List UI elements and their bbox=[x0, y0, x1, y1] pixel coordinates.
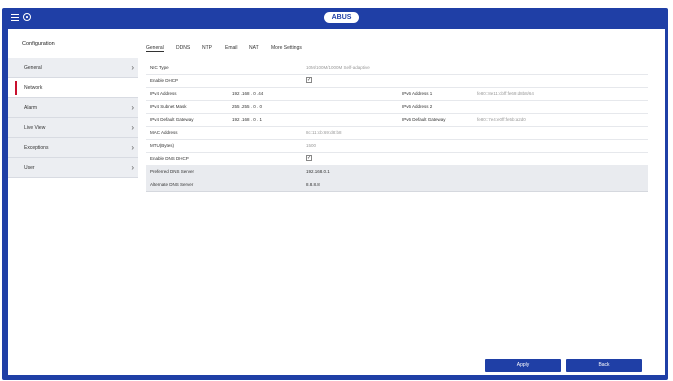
sidebar-item-label: User bbox=[24, 165, 35, 171]
gear-icon[interactable] bbox=[23, 13, 31, 21]
ipv4-address-input[interactable]: 192 .168 . 0 .44 bbox=[232, 91, 263, 96]
sidebar-item-alarm[interactable]: Alarm › bbox=[8, 98, 138, 118]
mtu-row: MTU(Bytes) 1500 bbox=[146, 139, 648, 153]
app-window: ABUS Configuration General › Network Ala… bbox=[2, 8, 668, 380]
ipv4-mask-row: IPv4 Subnet Mask 255 .255 . 0 . 0 IPv6 A… bbox=[146, 100, 648, 114]
preferred-dns-label: Preferred DNS Server bbox=[150, 169, 195, 174]
tab-email[interactable]: Email bbox=[225, 45, 238, 51]
ipv4-address-row: IPv4 Address 192 .168 . 0 .44 IPv6 Addre… bbox=[146, 87, 648, 101]
alternate-dns-row: Alternate DNS Server 8.8.8.8 bbox=[146, 178, 648, 192]
chevron-right-icon: › bbox=[131, 123, 134, 132]
dhcp-checkbox[interactable]: ✓ bbox=[306, 77, 312, 83]
chevron-right-icon: › bbox=[131, 103, 134, 112]
ipv4-gateway-row: IPv4 Default Gateway 192 .168 . 0 . 1 IP… bbox=[146, 113, 648, 127]
tab-nat[interactable]: NAT bbox=[249, 45, 259, 51]
apply-button[interactable]: Apply bbox=[485, 359, 561, 372]
ipv6-address1-value: fe80::8e11:cbff:fe69:d8b8/64 bbox=[477, 91, 534, 96]
sidebar-item-label: General bbox=[24, 65, 42, 71]
mtu-label: MTU(Bytes) bbox=[150, 143, 174, 148]
tab-general[interactable]: General bbox=[146, 45, 164, 52]
chevron-right-icon: › bbox=[131, 163, 134, 172]
sidebar-item-label: Live View bbox=[24, 125, 46, 131]
ipv6-gateway-value: fe80::7e4:e0ff:fe5b:a2d0 bbox=[477, 117, 526, 122]
back-button[interactable]: Back bbox=[566, 359, 642, 372]
mac-label: MAC Address bbox=[150, 130, 178, 135]
tab-ddns[interactable]: DDNS bbox=[176, 45, 190, 51]
sidebar-item-general[interactable]: General › bbox=[8, 58, 138, 78]
chevron-right-icon: › bbox=[131, 143, 134, 152]
ipv6-gateway-label: IPv6 Default Gateway bbox=[402, 117, 446, 122]
preferred-dns-row: Preferred DNS Server 192.168.0.1 bbox=[146, 165, 648, 179]
chevron-right-icon: › bbox=[131, 63, 134, 72]
ipv6-address2-label: IPv6 Address 2 bbox=[402, 104, 433, 109]
dns-dhcp-checkbox[interactable]: ✓ bbox=[306, 155, 312, 161]
ipv4-mask-input[interactable]: 255 .255 . 0 . 0 bbox=[232, 104, 262, 109]
brand-logo: ABUS bbox=[324, 12, 359, 23]
mac-value: 8c:11:cb:69:d8:b8 bbox=[306, 130, 342, 135]
mac-row: MAC Address 8c:11:cb:69:d8:b8 bbox=[146, 126, 648, 140]
sidebar-item-label: Exceptions bbox=[24, 145, 49, 151]
ipv6-address1-label: IPv6 Address 1 bbox=[402, 91, 433, 96]
alternate-dns-label: Alternate DNS Server bbox=[150, 182, 194, 187]
tab-ntp[interactable]: NTP bbox=[202, 45, 212, 51]
sidebar: Configuration General › Network Alarm › … bbox=[8, 29, 138, 375]
nic-type-row: NIC Type 10M/100M/1000M Self-adaptive bbox=[146, 61, 648, 75]
ipv4-mask-label: IPv4 Subnet Mask bbox=[150, 104, 187, 109]
sidebar-item-live-view[interactable]: Live View › bbox=[8, 118, 138, 138]
dns-dhcp-label: Enable DNS DHCP bbox=[150, 156, 189, 161]
tab-more-settings[interactable]: More Settings bbox=[271, 45, 302, 51]
top-bar: ABUS bbox=[2, 8, 668, 28]
mtu-input[interactable]: 1500 bbox=[306, 143, 316, 148]
dhcp-label: Enable DHCP bbox=[150, 78, 179, 83]
nic-type-label: NIC Type bbox=[150, 65, 169, 70]
menu-icon[interactable] bbox=[11, 14, 19, 22]
sidebar-item-network[interactable]: Network bbox=[8, 78, 138, 98]
sidebar-item-user[interactable]: User › bbox=[8, 158, 138, 178]
dns-dhcp-row: Enable DNS DHCP ✓ bbox=[146, 152, 648, 166]
sidebar-item-exceptions[interactable]: Exceptions › bbox=[8, 138, 138, 158]
sidebar-item-label: Alarm bbox=[24, 105, 38, 111]
ipv4-gateway-label: IPv4 Default Gateway bbox=[150, 117, 194, 122]
ipv4-gateway-input[interactable]: 192 .168 . 0 . 1 bbox=[232, 117, 262, 122]
sidebar-item-label: Network bbox=[24, 85, 43, 91]
content-area: Configuration General › Network Alarm › … bbox=[8, 29, 665, 375]
preferred-dns-input[interactable]: 192.168.0.1 bbox=[306, 169, 330, 174]
dhcp-row: Enable DHCP ✓ bbox=[146, 74, 648, 88]
sidebar-title: Configuration bbox=[22, 41, 55, 47]
ipv4-address-label: IPv4 Address bbox=[150, 91, 177, 96]
nic-type-select[interactable]: 10M/100M/1000M Self-adaptive bbox=[306, 65, 370, 70]
main-panel: General DDNS NTP Email NAT More Settings… bbox=[138, 29, 665, 375]
alternate-dns-input[interactable]: 8.8.8.8 bbox=[306, 182, 320, 187]
